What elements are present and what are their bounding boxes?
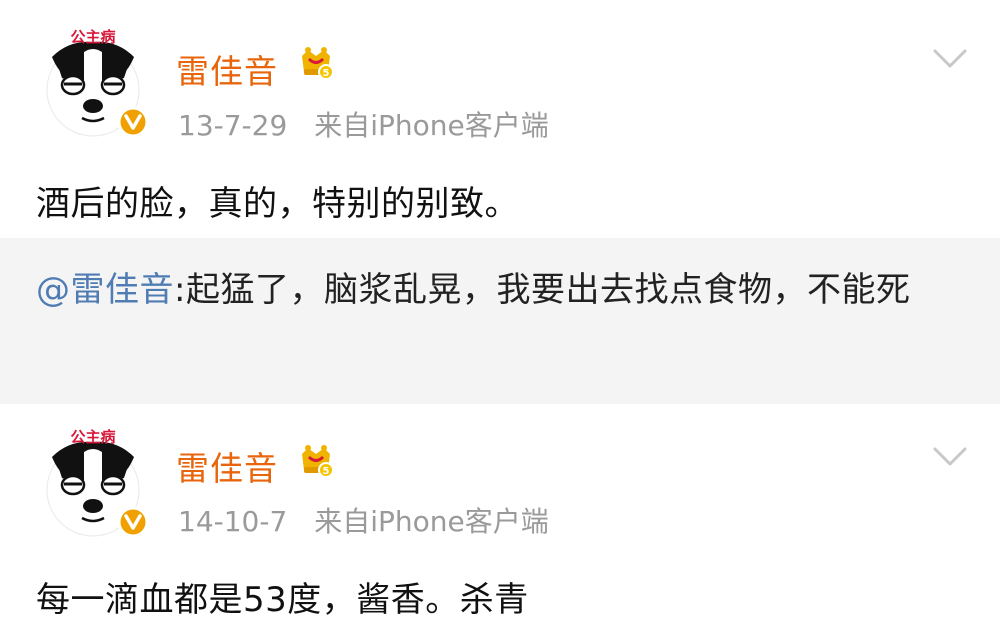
post-meta: 13-7-29 来自iPhone客户端 [178,104,549,144]
avatar-badge-text: 公主病 [70,28,115,46]
level-badge: 5 [323,68,330,79]
post-meta: 14-10-7 来自iPhone客户端 [178,500,549,540]
avatar[interactable]: 公主病 [34,22,152,140]
bulldog-avatar-icon: 公主病 [46,428,149,538]
repost-body: :起猛了，脑浆乱晃，我要出去找点食物，不能死 [174,270,911,310]
chevron-down-icon[interactable] [932,48,968,70]
chevron-down-icon[interactable] [932,446,968,468]
username[interactable]: 雷佳音 [176,442,278,490]
post-time: 14-10-7 [178,505,288,538]
post-divider [0,384,1000,404]
post-source[interactable]: 来自iPhone客户端 [314,109,549,142]
verified-v-icon [117,506,149,538]
verified-v-icon [117,106,149,138]
post-time: 13-7-29 [178,109,288,142]
bulldog-avatar-icon: 公主病 [46,28,149,138]
post-text: 酒后的脸，真的，特别的别致。 [36,184,519,224]
level-badge: 5 [323,466,330,477]
post-source[interactable]: 来自iPhone客户端 [314,505,549,538]
vip-crown-icon: 5 [298,44,334,80]
weibo-post-1: 公主病 雷佳音 5 13-7-29 来自iPhone客户端 酒后的脸，真的，特别… [0,0,1000,238]
post-text: 每一滴血都是53度，酱香。杀青 [36,580,529,620]
avatar[interactable]: 公主病 [34,422,152,540]
avatar-badge-text: 公主病 [70,428,115,446]
username[interactable]: 雷佳音 [176,45,278,93]
vip-crown-icon: 5 [298,442,334,478]
repost-text: @雷佳音:起猛了，脑浆乱晃，我要出去找点食物，不能死 [36,262,966,318]
mention-link[interactable]: @雷佳音 [36,270,174,310]
weibo-post-2: 公主病 雷佳音 5 14-10-7 来自iPhone客户端 每一滴血都是53度，… [0,404,1000,636]
